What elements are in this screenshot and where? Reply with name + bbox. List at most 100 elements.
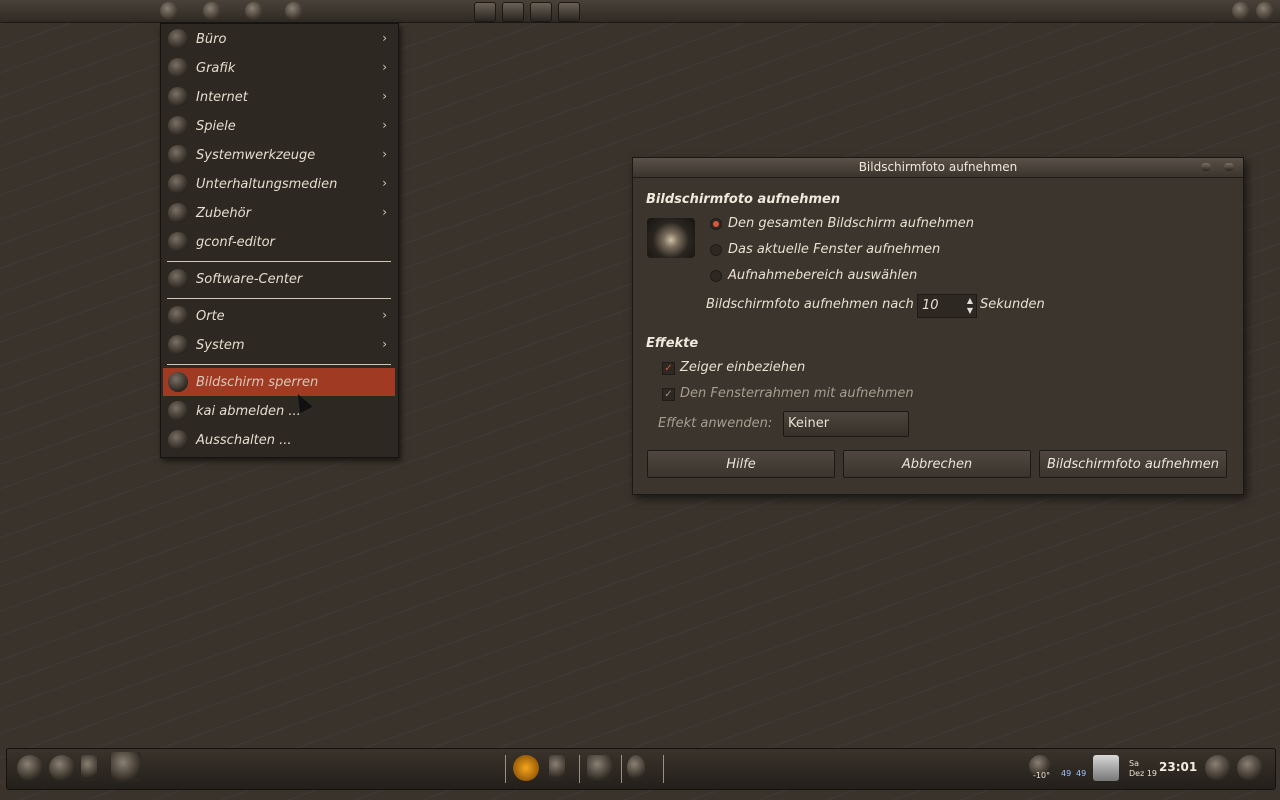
menu-item-spiele[interactable]: Spiele › bbox=[163, 112, 395, 140]
tray-icon[interactable] bbox=[1232, 2, 1250, 20]
submenu-arrow-icon: › bbox=[382, 337, 387, 351]
include-border-checkbox[interactable]: ✓ bbox=[662, 388, 675, 401]
cancel-button[interactable]: Abbrechen bbox=[843, 450, 1031, 478]
menu-item-label: Systemwerkzeuge bbox=[196, 147, 316, 163]
spin-down-icon[interactable]: ▼ bbox=[967, 306, 973, 315]
dock-icon-1[interactable] bbox=[17, 755, 43, 781]
power-icon bbox=[168, 430, 188, 450]
section-heading: Bildschirmfoto aufnehmen bbox=[646, 192, 841, 207]
menu-item-lock-screen[interactable]: Bildschirm sperren bbox=[163, 368, 395, 396]
bottom-panel: -10° 49 49 Sa Dez 19 23:01 bbox=[6, 748, 1276, 790]
close-button[interactable] bbox=[1224, 163, 1234, 171]
internet-icon bbox=[168, 87, 188, 107]
minimize-button[interactable] bbox=[1201, 163, 1211, 171]
clock[interactable]: 23:01 bbox=[1159, 760, 1197, 774]
meter-2: 49 bbox=[1076, 769, 1087, 778]
dock-icon-5[interactable] bbox=[549, 755, 565, 781]
dock-icon-right-2[interactable] bbox=[1237, 755, 1263, 781]
submenu-arrow-icon: › bbox=[382, 60, 387, 74]
delay-unit: Sekunden bbox=[980, 297, 1045, 312]
radio-whole-screen-label[interactable]: Den gesamten Bildschirm aufnehmen bbox=[728, 216, 974, 231]
menu-item-shutdown[interactable]: Ausschalten ... bbox=[163, 426, 395, 454]
dock-icon-right-1[interactable] bbox=[1205, 755, 1231, 781]
launcher-1-icon[interactable] bbox=[474, 2, 496, 22]
menu-item-label: System bbox=[196, 337, 245, 353]
camera-icon[interactable] bbox=[245, 2, 263, 20]
menu-item-label: Spiele bbox=[196, 118, 236, 134]
day: Sa bbox=[1129, 759, 1139, 768]
menu-item-label: Grafik bbox=[196, 60, 236, 76]
menu-separator bbox=[167, 261, 391, 262]
include-pointer-label[interactable]: Zeiger einbeziehen bbox=[680, 360, 805, 375]
multimedia-icon bbox=[168, 174, 188, 194]
menu-item-system[interactable]: System › bbox=[163, 331, 395, 359]
help-button[interactable]: Hilfe bbox=[647, 450, 835, 478]
applications-menu: Büro › Grafik › Internet › Spiele › Syst… bbox=[160, 23, 399, 458]
main-menu-icon[interactable] bbox=[160, 2, 178, 20]
delay-label: Bildschirmfoto aufnehmen nach bbox=[706, 297, 914, 312]
menu-item-label: Unterhaltungsmedien bbox=[196, 176, 338, 192]
menu-item-orte[interactable]: Orte › bbox=[163, 302, 395, 330]
menu-item-systemwerkzeuge[interactable]: Systemwerkzeuge › bbox=[163, 141, 395, 169]
submenu-arrow-icon: › bbox=[382, 31, 387, 45]
places-icon bbox=[168, 306, 188, 326]
menu-separator bbox=[167, 364, 391, 365]
graphics-icon bbox=[168, 58, 188, 78]
submenu-arrow-icon: › bbox=[382, 205, 387, 219]
accessories-icon bbox=[168, 203, 188, 223]
submenu-arrow-icon: › bbox=[382, 147, 387, 161]
system-icon[interactable] bbox=[285, 2, 303, 20]
dock-icon-3[interactable] bbox=[81, 755, 97, 781]
gimp-icon[interactable] bbox=[513, 755, 539, 781]
radio-current-window-label[interactable]: Das aktuelle Fenster aufnehmen bbox=[728, 242, 940, 257]
launcher-4-icon[interactable] bbox=[558, 2, 580, 22]
apply-effect-label: Effekt anwenden: bbox=[658, 416, 773, 431]
submenu-arrow-icon: › bbox=[382, 118, 387, 132]
include-pointer-checkbox[interactable]: ✓ bbox=[662, 362, 675, 375]
menu-item-label: kai abmelden ... bbox=[196, 403, 301, 419]
submenu-arrow-icon: › bbox=[382, 89, 387, 103]
menu-item-logout[interactable]: kai abmelden ... bbox=[163, 397, 395, 425]
effect-select-value: Keiner bbox=[788, 416, 830, 431]
delay-spinner[interactable]: 10 ▲ ▼ bbox=[917, 294, 977, 318]
tray-icon-2[interactable] bbox=[1256, 2, 1274, 20]
gconf-icon bbox=[168, 232, 188, 252]
radio-current-window[interactable] bbox=[710, 244, 722, 256]
delay-value[interactable]: 10 bbox=[922, 298, 939, 313]
system-monitor-icon[interactable] bbox=[1093, 755, 1119, 781]
radio-select-area-label[interactable]: Aufnahmebereich auswählen bbox=[728, 268, 917, 283]
logout-icon bbox=[168, 401, 188, 421]
take-screenshot-button[interactable]: Bildschirmfoto aufnehmen bbox=[1039, 450, 1227, 478]
radio-whole-screen[interactable] bbox=[710, 218, 722, 230]
effects-heading: Effekte bbox=[646, 336, 699, 351]
launcher-2-icon[interactable] bbox=[502, 2, 524, 22]
effect-select[interactable]: Keiner bbox=[783, 411, 909, 437]
menu-item-grafik[interactable]: Grafik › bbox=[163, 54, 395, 82]
menu-item-unterhaltungsmedien[interactable]: Unterhaltungsmedien › bbox=[163, 170, 395, 198]
dialog-titlebar[interactable]: Bildschirmfoto aufnehmen bbox=[633, 158, 1243, 178]
panel-separator bbox=[663, 755, 664, 783]
software-center-icon bbox=[168, 269, 188, 289]
top-panel bbox=[0, 0, 1280, 23]
radio-select-area[interactable] bbox=[710, 270, 722, 282]
screenshot-dialog: Bildschirmfoto aufnehmen Bildschirmfoto … bbox=[632, 157, 1244, 495]
dock-camera-icon[interactable] bbox=[111, 752, 141, 782]
dock-icon-6[interactable] bbox=[587, 755, 613, 781]
lock-icon bbox=[168, 372, 188, 392]
menu-item-gconf-editor[interactable]: gconf-editor bbox=[163, 228, 395, 256]
menu-item-label: Orte bbox=[196, 308, 225, 324]
menu-item-internet[interactable]: Internet › bbox=[163, 83, 395, 111]
places-icon[interactable] bbox=[203, 2, 221, 20]
menu-item-buero[interactable]: Büro › bbox=[163, 25, 395, 53]
menu-item-software-center[interactable]: Software-Center bbox=[163, 265, 395, 293]
include-border-label[interactable]: Den Fensterrahmen mit aufnehmen bbox=[680, 386, 914, 401]
dock-icon-2[interactable] bbox=[49, 755, 75, 781]
menu-item-zubehoer[interactable]: Zubehör › bbox=[163, 199, 395, 227]
launcher-3-icon[interactable] bbox=[530, 2, 552, 22]
dock-icon-7[interactable] bbox=[627, 755, 645, 781]
panel-separator bbox=[621, 755, 622, 783]
temperature: -10° bbox=[1033, 771, 1051, 780]
submenu-arrow-icon: › bbox=[382, 176, 387, 190]
office-icon bbox=[168, 29, 188, 49]
spin-up-icon[interactable]: ▲ bbox=[967, 296, 973, 305]
